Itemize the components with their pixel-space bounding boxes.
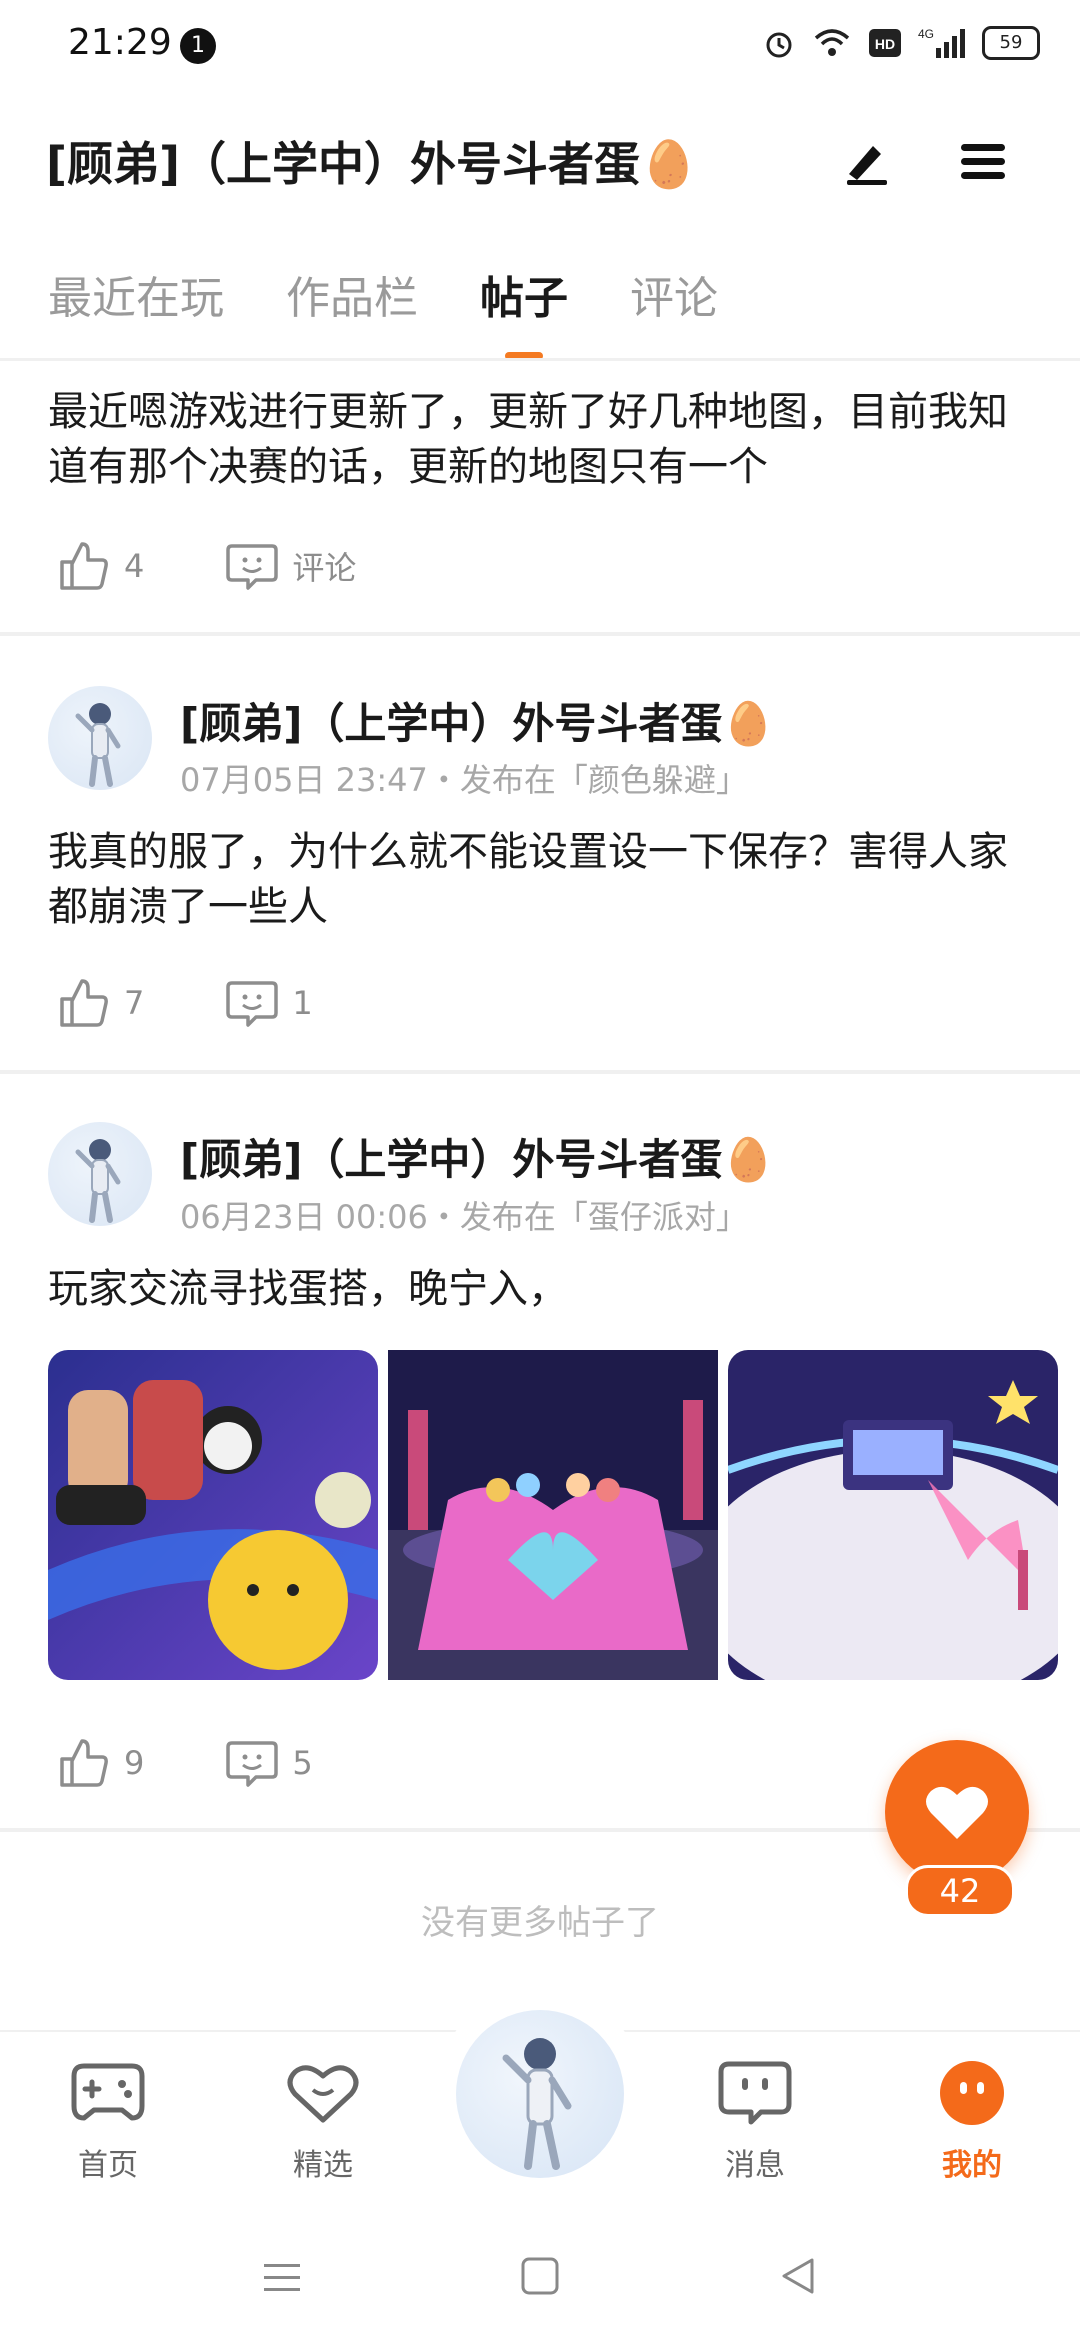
like-count: 9 (124, 1744, 145, 1782)
nav-home-label: 首页 (78, 2148, 138, 2183)
status-icons: HD 4G 59 (762, 26, 1040, 60)
status-bar: 21:29 1 HD 4G 59 (0, 0, 1080, 95)
tab-works[interactable]: 作品栏 (286, 262, 418, 326)
author-avatar[interactable] (48, 1122, 152, 1226)
post-image[interactable] (388, 1350, 718, 1680)
edit-icon[interactable] (835, 132, 895, 192)
comment-icon (226, 1741, 279, 1787)
gamepad-icon (71, 2063, 145, 2121)
heart-chat-icon (287, 2065, 359, 2123)
alarm-icon (766, 32, 792, 58)
thumbs-up-icon (60, 979, 108, 1027)
post-text[interactable]: 最近嗯游戏进行更新了，更新了好几种地图，目前我知道有那个决赛的话，更新的地图只有… (48, 385, 1038, 495)
like-count: 4 (124, 547, 145, 585)
comment-button[interactable]: 5 (224, 1735, 313, 1791)
nav-messages[interactable]: 消息 (695, 2060, 815, 2184)
comment-count: 1 (292, 984, 313, 1022)
battery-indicator: 59 (982, 26, 1040, 60)
nav-featured[interactable]: 精选 (263, 2060, 383, 2184)
like-button[interactable]: 4 (56, 538, 144, 594)
cell-signal-icon: 4G (918, 27, 965, 58)
profile-face-icon (940, 2061, 1004, 2125)
svg-text:4G: 4G (918, 27, 934, 41)
post-divider (0, 632, 1080, 636)
author-avatar[interactable] (48, 686, 152, 790)
tabs-divider (0, 358, 1080, 361)
heart-fab[interactable] (885, 1740, 1029, 1884)
post-actions: 9 5 (56, 1735, 393, 1791)
post-meta: 07月05日 23:47・发布在「颜色躲避」 (180, 761, 748, 799)
back-icon[interactable] (778, 2256, 818, 2296)
system-nav-bar (0, 2210, 1080, 2340)
svg-text:HD: HD (875, 36, 895, 52)
comment-icon (226, 981, 279, 1027)
tab-recent-play[interactable]: 最近在玩 (48, 262, 224, 326)
hd-icon: HD (869, 29, 901, 57)
nav-mine[interactable]: 我的 (912, 2060, 1032, 2184)
post-image[interactable] (728, 1350, 1058, 1680)
like-count: 7 (124, 984, 145, 1022)
wifi-icon (814, 29, 850, 56)
center-avatar-button[interactable] (456, 2010, 624, 2178)
thumbs-up-icon (60, 1739, 108, 1787)
profile-tabs: 最近在玩 作品栏 帖子 评论 (48, 262, 718, 326)
comment-label: 评论 (292, 549, 357, 587)
menu-icon[interactable] (953, 132, 1013, 192)
chat-bubble-icon (718, 2061, 792, 2125)
post-divider (0, 1070, 1080, 1074)
comment-count: 5 (292, 1744, 313, 1782)
heart-icon (926, 1786, 988, 1839)
post-text[interactable]: 我真的服了，为什么就不能设置设一下保存？害得人家都崩溃了一些人 (48, 825, 1038, 935)
post-text[interactable]: 玩家交流寻找蛋搭，晚宁入， (48, 1262, 1038, 1317)
tab-comments[interactable]: 评论 (630, 262, 718, 326)
comment-button[interactable]: 1 (224, 975, 313, 1031)
post-actions: 4 评论 (56, 538, 436, 594)
nav-home[interactable]: 首页 (48, 2060, 168, 2184)
no-more-posts-text: 没有更多帖子了 (421, 1903, 659, 1943)
profile-title: [顾弟]（上学中）外号斗者蛋🥚 (46, 137, 698, 191)
like-button[interactable]: 7 (56, 975, 144, 1031)
post-actions: 7 1 (56, 975, 393, 1031)
tab-posts[interactable]: 帖子 (480, 262, 568, 326)
home-icon[interactable] (520, 2256, 560, 2296)
nav-messages-label: 消息 (725, 2148, 785, 2183)
author-name[interactable]: [顾弟]（上学中）外号斗者蛋🥚 (180, 690, 775, 751)
comment-button[interactable]: 评论 (224, 538, 356, 594)
notification-badge: 1 (180, 28, 216, 64)
like-button[interactable]: 9 (56, 1735, 144, 1791)
nav-featured-label: 精选 (293, 2148, 353, 2183)
recent-apps-icon[interactable] (262, 2260, 302, 2296)
post-image[interactable] (48, 1350, 378, 1680)
thumbs-up-icon (60, 542, 108, 590)
author-name[interactable]: [顾弟]（上学中）外号斗者蛋🥚 (180, 1126, 775, 1187)
status-time: 21:29 (68, 22, 172, 63)
nav-mine-label: 我的 (942, 2148, 1002, 2183)
comment-icon (226, 544, 279, 590)
post-meta: 06月23日 00:06・发布在「蛋仔派对」 (180, 1198, 748, 1236)
